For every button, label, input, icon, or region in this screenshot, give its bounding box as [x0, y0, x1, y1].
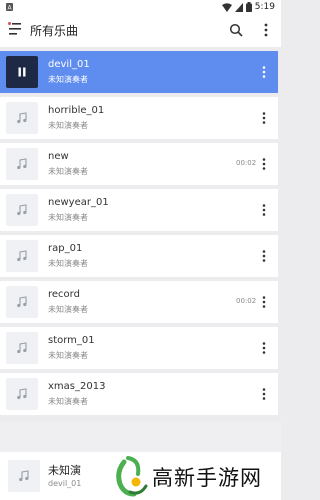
more-vert-icon[interactable] [258, 64, 270, 80]
song-thumb [6, 240, 38, 272]
song-name: storm_01 [48, 335, 95, 346]
menu-lines-icon[interactable] [8, 22, 22, 38]
song-duration: 00:02 [236, 297, 257, 305]
more-vert-icon[interactable] [258, 248, 270, 264]
song-thumb [6, 148, 38, 180]
song-item[interactable]: new 未知演奏者 00:02 [0, 143, 278, 185]
song-name: xmas_2013 [48, 381, 106, 392]
song-thumb [6, 378, 38, 410]
song-thumb [6, 286, 38, 318]
watermark-text: 高新手游网 [152, 466, 262, 490]
song-duration: 00:02 [236, 159, 257, 167]
status-time: 5:19 [254, 2, 275, 12]
song-name: horrible_01 [48, 105, 105, 116]
status-icons: 5:19 [221, 1, 275, 13]
now-playing-subtitle: devil_01 [48, 479, 82, 488]
song-item[interactable]: devil_01 未知演奏者 [0, 51, 278, 93]
song-artist: 未知演奏者 [48, 351, 88, 360]
more-vert-icon[interactable] [258, 156, 270, 172]
list-footer-spacer [0, 422, 281, 452]
wifi-icon [221, 2, 232, 12]
song-artist: 未知演奏者 [48, 305, 88, 314]
music-note-icon [17, 342, 27, 354]
signal-icon [234, 2, 243, 12]
more-vert-icon[interactable] [258, 202, 270, 218]
song-artist: 未知演奏者 [48, 213, 88, 222]
song-artist: 未知演奏者 [48, 397, 88, 406]
song-item[interactable]: xmas_2013 未知演奏者 [0, 373, 278, 415]
music-note-icon [17, 296, 27, 308]
status-bar: A 5:19 [0, 0, 281, 14]
watermark-logo-icon [116, 456, 148, 497]
notification-a-icon: A [6, 3, 13, 11]
music-note-icon [17, 388, 27, 400]
battery-icon [245, 2, 252, 12]
more-vert-icon[interactable] [258, 110, 270, 126]
music-note-icon [17, 204, 27, 216]
song-artist: 未知演奏者 [48, 75, 88, 84]
page-title: 所有乐曲 [30, 24, 79, 38]
song-name: new [48, 151, 69, 162]
song-thumb [6, 194, 38, 226]
song-thumb [6, 102, 38, 134]
song-name: devil_01 [48, 59, 90, 70]
song-item[interactable]: horrible_01 未知演奏者 [0, 97, 278, 139]
more-vert-icon[interactable] [258, 294, 270, 310]
now-playing-thumb [8, 460, 40, 492]
music-note-icon [17, 112, 27, 124]
music-note-icon [17, 250, 27, 262]
song-item[interactable]: storm_01 未知演奏者 [0, 327, 278, 369]
song-artist: 未知演奏者 [48, 121, 88, 130]
pause-icon[interactable] [17, 67, 27, 77]
song-artist: 未知演奏者 [48, 259, 88, 268]
song-name: newyear_01 [48, 197, 109, 208]
music-note-icon [17, 158, 27, 170]
song-name: record [48, 289, 80, 300]
song-item[interactable]: rap_01 未知演奏者 [0, 235, 278, 277]
song-item[interactable]: record 未知演奏者 00:02 [0, 281, 278, 323]
more-vert-icon[interactable] [258, 386, 270, 402]
song-artist: 未知演奏者 [48, 167, 88, 176]
music-note-icon [19, 470, 29, 482]
song-thumb [6, 332, 38, 364]
search-icon[interactable] [229, 23, 243, 37]
app-bar: 所有乐曲 [0, 14, 281, 47]
watermark: 高新手游网 [106, 452, 281, 500]
song-name: rap_01 [48, 243, 83, 254]
song-item[interactable]: newyear_01 未知演奏者 [0, 189, 278, 231]
more-vert-icon[interactable] [258, 340, 270, 356]
now-playing-title: 未知演 [48, 464, 81, 477]
song-thumb [6, 56, 38, 88]
more-vert-icon[interactable] [258, 22, 274, 38]
